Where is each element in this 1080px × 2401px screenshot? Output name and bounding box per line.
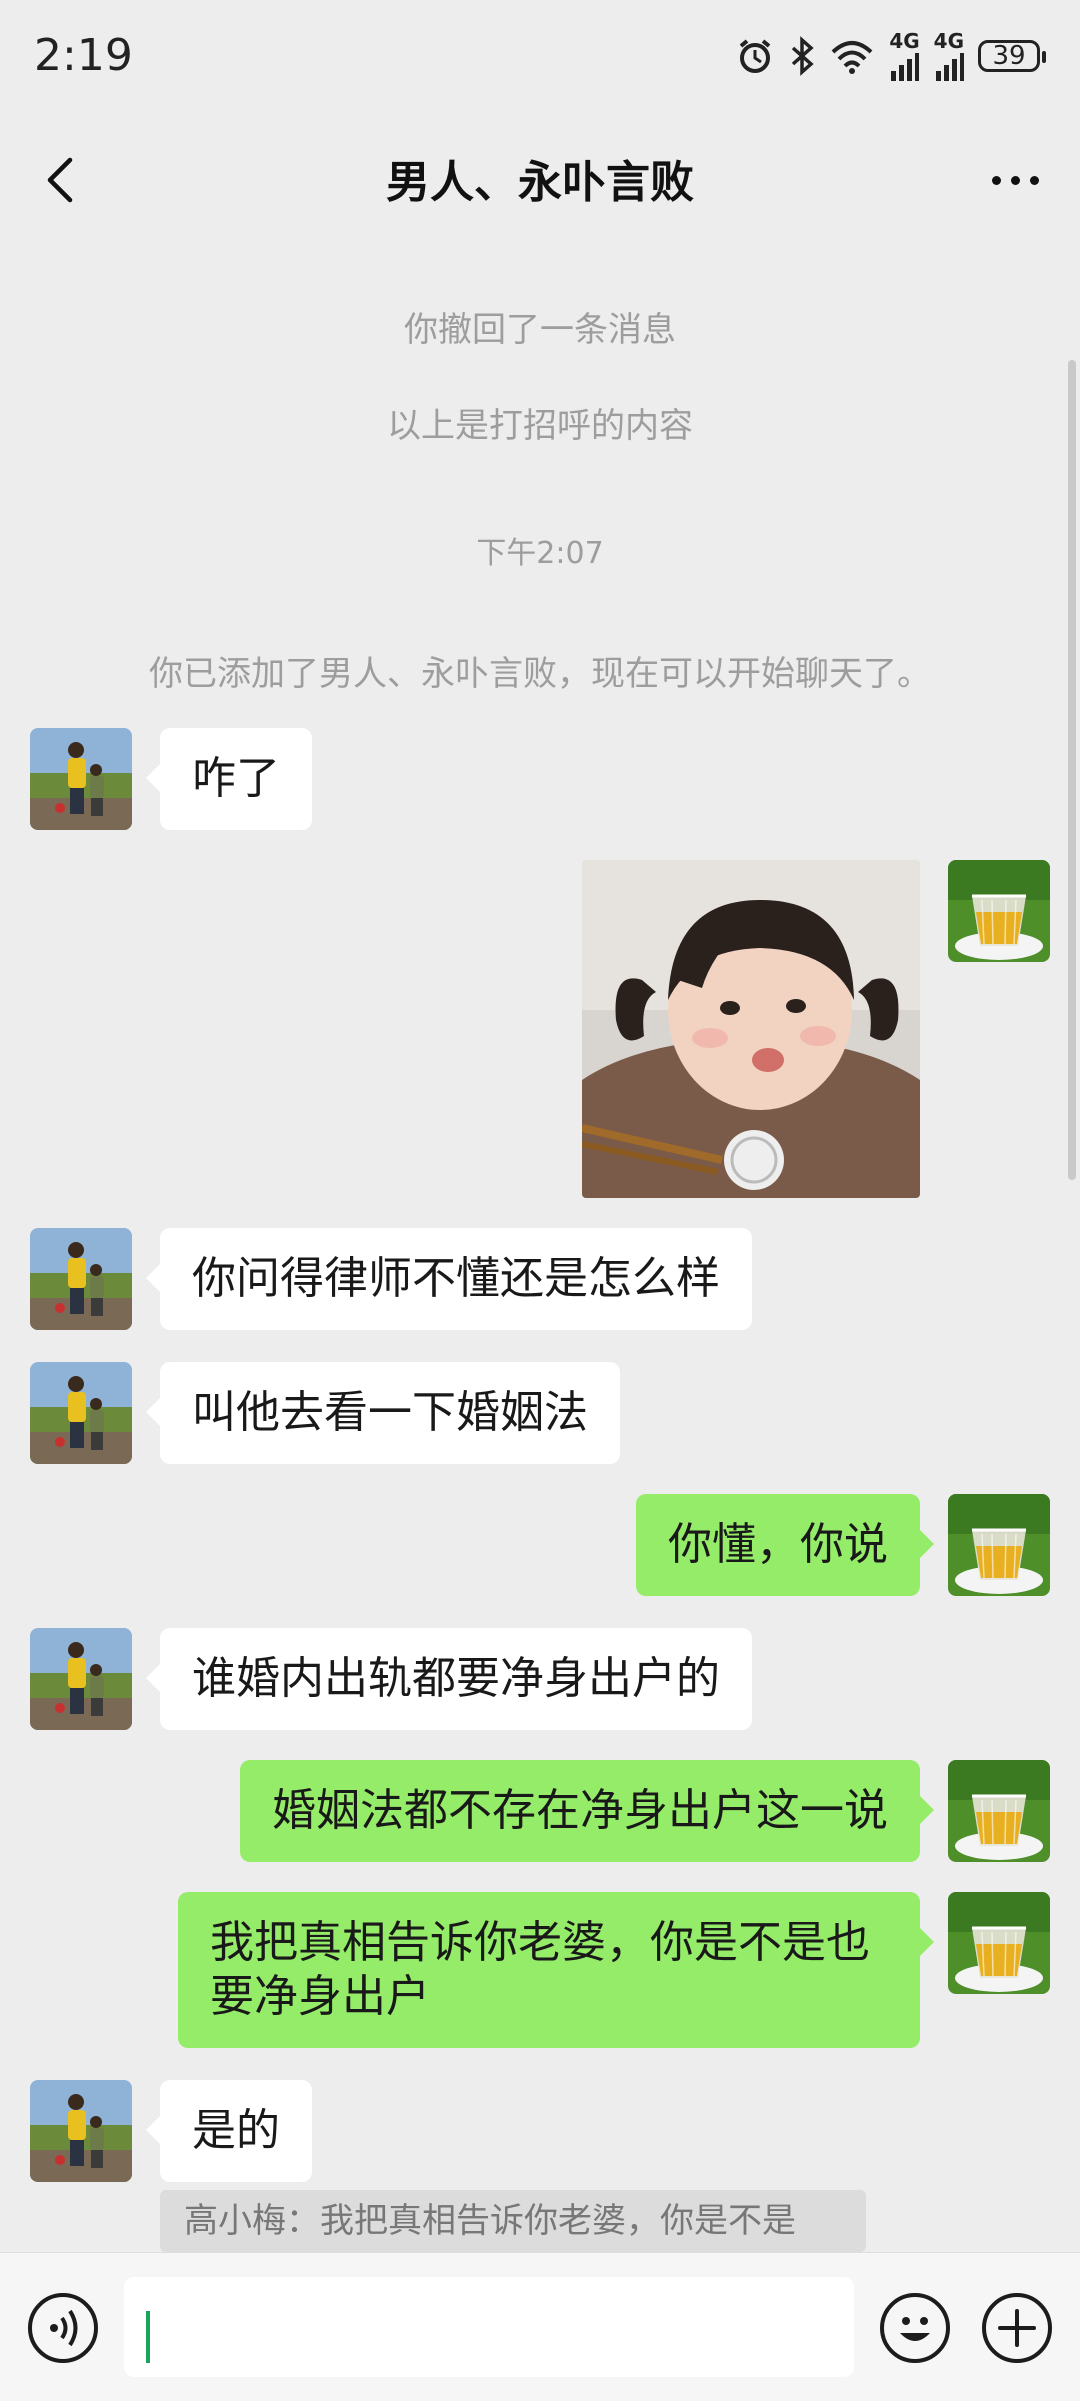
signal-2: 4G bbox=[934, 31, 964, 81]
incoming-message[interactable]: 咋了 bbox=[146, 728, 312, 830]
more-options-button[interactable] bbox=[980, 154, 1050, 206]
status-icons: 4G 4G 39 bbox=[735, 29, 1046, 81]
input-bar bbox=[0, 2252, 1080, 2401]
message-line: 我把真相告诉你老婆，你是不是也 bbox=[210, 1917, 870, 1968]
more-dot bbox=[991, 175, 1001, 185]
incoming-message[interactable]: 叫他去看一下婚姻法 bbox=[146, 1362, 620, 1464]
chat-header: 男人、永卟言败 bbox=[0, 120, 1080, 240]
greeting-notice: 以上是打招呼的内容 bbox=[387, 406, 693, 446]
baby-sticker-icon bbox=[582, 860, 920, 1198]
more-dot bbox=[1010, 175, 1020, 185]
voice-button[interactable] bbox=[28, 2293, 98, 2363]
incoming-message[interactable]: 你问得律师不懂还是怎么样 bbox=[146, 1228, 752, 1330]
voice-icon bbox=[50, 2309, 78, 2347]
plus-button[interactable] bbox=[982, 2293, 1052, 2363]
contact-avatar[interactable] bbox=[30, 1228, 132, 1330]
message-timestamp: 下午2:07 bbox=[476, 536, 604, 571]
added-notice: 你已添加了男人、永卟言败，现在可以开始聊天了。 bbox=[149, 654, 931, 694]
contact-avatar[interactable] bbox=[30, 2080, 132, 2182]
my-avatar[interactable] bbox=[948, 1494, 1050, 1596]
bluetooth-icon bbox=[789, 36, 815, 76]
incoming-message[interactable]: 是的 bbox=[146, 2080, 312, 2182]
plus-icon bbox=[998, 2309, 1036, 2347]
emoji-button[interactable] bbox=[880, 2293, 950, 2363]
outgoing-message[interactable]: 我把真相告诉你老婆，你是不是也 要净身出户 bbox=[178, 1892, 934, 2048]
chat-title: 男人、永卟言败 bbox=[386, 157, 694, 208]
signal-1: 4G bbox=[889, 29, 920, 81]
status-bar: 2:19 4G 4G 39 bbox=[0, 0, 1080, 120]
emoji-icon bbox=[900, 2317, 930, 2341]
incoming-message[interactable]: 谁婚内出轨都要净身出户的 bbox=[146, 1628, 752, 1730]
signal-bars-icon bbox=[891, 53, 920, 81]
text-cursor bbox=[146, 2311, 150, 2363]
alarm-icon bbox=[735, 36, 775, 76]
battery-level: 39 bbox=[992, 41, 1026, 71]
status-time: 2:19 bbox=[34, 30, 133, 81]
signal-bars-icon bbox=[935, 53, 964, 81]
recall-notice: 你撤回了一条消息 bbox=[404, 310, 676, 350]
my-avatar[interactable] bbox=[948, 1892, 1050, 1994]
scrollbar[interactable] bbox=[1068, 360, 1076, 1180]
battery-icon: 39 bbox=[978, 40, 1046, 72]
wifi-icon bbox=[829, 36, 875, 76]
message-line: 要净身出户 bbox=[210, 1971, 430, 2022]
network-type-2: 4G bbox=[933, 29, 964, 53]
sticker-image[interactable] bbox=[582, 860, 920, 1198]
message-input[interactable] bbox=[124, 2277, 854, 2377]
contact-avatar[interactable] bbox=[30, 1362, 132, 1464]
my-avatar[interactable] bbox=[948, 1760, 1050, 1862]
network-type-1: 4G bbox=[889, 29, 920, 53]
outgoing-message[interactable]: 你懂，你说 bbox=[636, 1494, 934, 1596]
my-avatar[interactable] bbox=[948, 860, 1050, 962]
more-dot bbox=[1029, 175, 1039, 185]
quoted-message[interactable]: 高小梅：我把真相告诉你老婆，你是不是 bbox=[160, 2190, 866, 2252]
contact-avatar[interactable] bbox=[30, 728, 132, 830]
outgoing-message[interactable]: 婚姻法都不存在净身出户这一说 bbox=[240, 1760, 934, 1862]
contact-avatar[interactable] bbox=[30, 1628, 132, 1730]
